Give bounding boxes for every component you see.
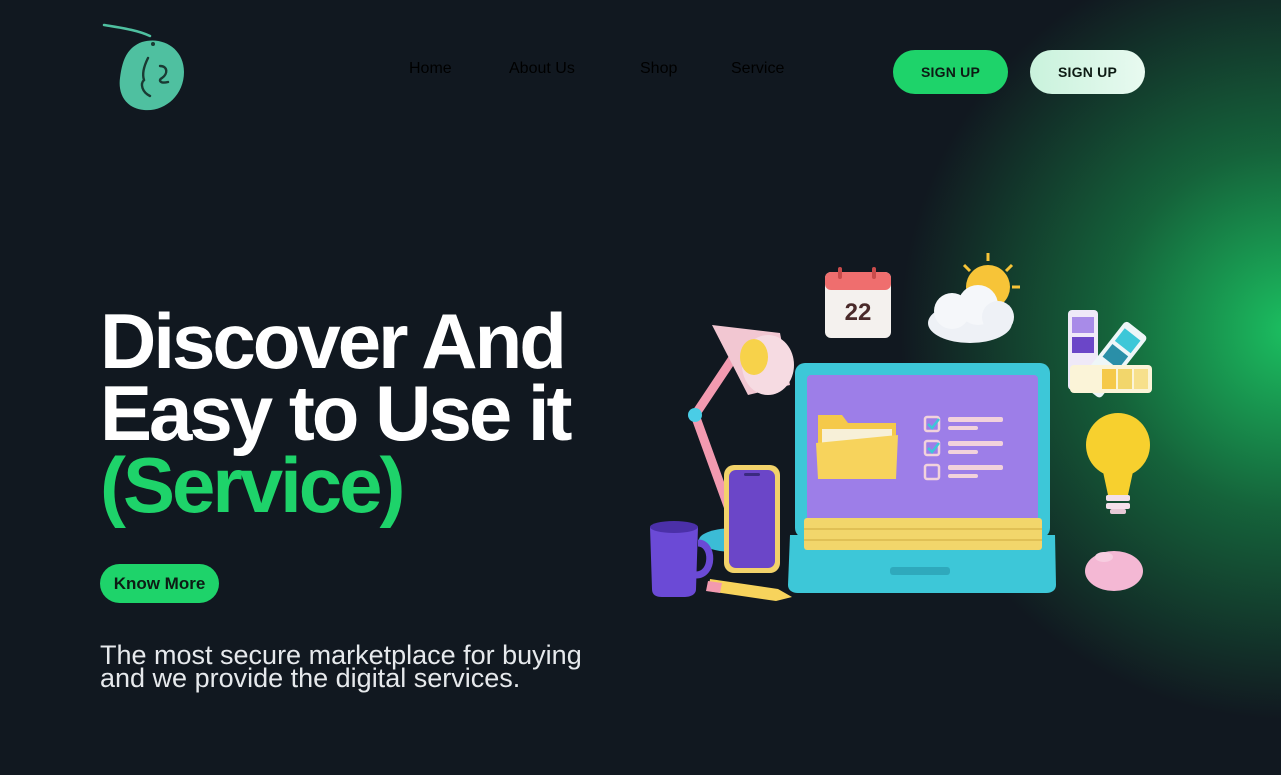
- nav-about-link[interactable]: About Us: [509, 60, 575, 78]
- mouse-icon: [1085, 551, 1143, 591]
- mug-icon: [650, 521, 714, 597]
- hero-description-line2: and we provide the digital services.: [100, 663, 521, 693]
- color-swatch-icon: [1068, 310, 1152, 398]
- nav-service-link[interactable]: Service: [731, 60, 784, 78]
- sun-cloud-icon: [928, 253, 1020, 343]
- hero-title: Discover And Easy to Use it (Service): [100, 297, 573, 529]
- calendar-day: 22: [845, 299, 872, 326]
- lightbulb-icon: [1086, 413, 1150, 514]
- folder-icon: [816, 415, 898, 479]
- logo-head-icon[interactable]: [102, 22, 188, 114]
- calendar-icon: 22: [825, 267, 891, 338]
- nav-home-link[interactable]: Home: [409, 60, 452, 78]
- know-more-button[interactable]: Know More: [100, 564, 219, 603]
- hero-title-line2: Easy to Use it: [100, 369, 573, 457]
- hero-illustration: 22: [650, 253, 1152, 601]
- phone-icon: [724, 465, 780, 573]
- hero-description: The most secure marketplace for buying a…: [100, 642, 640, 693]
- nav-shop-link[interactable]: Shop: [640, 60, 677, 78]
- hero-title-accent: (Service): [100, 441, 406, 529]
- signup-secondary-button[interactable]: SIGN UP: [1030, 50, 1145, 94]
- pencil-icon: [706, 579, 792, 601]
- signup-primary-button[interactable]: SIGN UP: [893, 50, 1008, 94]
- hero-title-line1: Discover And: [100, 297, 567, 385]
